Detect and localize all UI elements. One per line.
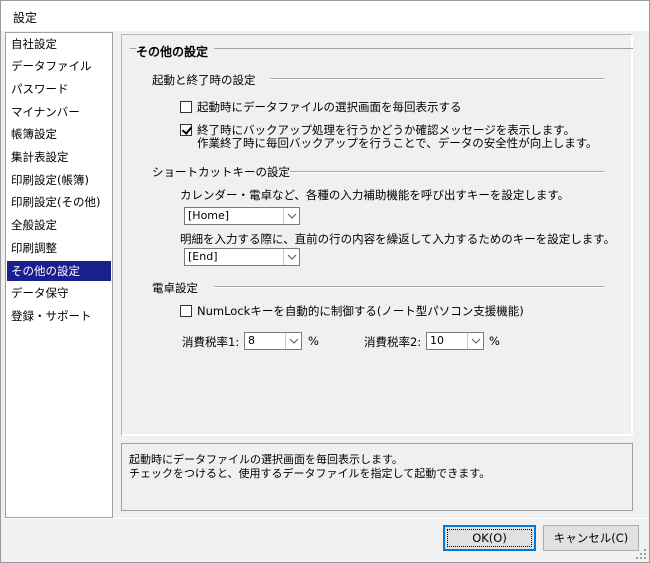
window-title: 設定 — [13, 11, 38, 25]
help-description-box: 起動時にデータファイルの選択画面を毎回表示します。 チェックをつけると、使用する… — [121, 443, 633, 511]
title-bar[interactable]: 設定 — [1, 1, 649, 31]
cancel-button-label: キャンセル(C) — [553, 531, 629, 545]
calculator-group-heading: 電卓設定 — [152, 281, 198, 295]
calculator-group-divider — [214, 286, 604, 287]
shortcut-group-heading: ショートカットキーの設定 — [152, 165, 290, 179]
nav-item-data-maintenance[interactable]: データ保守 — [7, 283, 111, 303]
backup-confirm-checkbox[interactable] — [180, 124, 192, 136]
resize-grip-icon[interactable] — [635, 548, 647, 560]
settings-dialog: 設定 自社設定 データファイル パスワード マイナンバー 帳簿設定 集計表設定 … — [0, 0, 650, 563]
chevron-down-icon[interactable] — [285, 333, 301, 349]
help-line-2: チェックをつけると、使用するデータファイルを指定して起動できます。 — [129, 467, 491, 480]
numlock-label[interactable]: NumLockキーを自動的に制御する(ノート型パソコン支援機能) — [197, 304, 524, 318]
ok-button-label: OK(O) — [472, 531, 507, 545]
nav-item-other-settings[interactable]: その他の設定 — [7, 261, 111, 281]
shortcut-key-2-select[interactable]: [End] — [184, 248, 300, 266]
backup-confirm-label-line2[interactable]: 作業終了時に毎回バックアップを行うことで、データの安全性が向上します。 — [197, 136, 598, 150]
nav-item-general[interactable]: 全般設定 — [7, 215, 111, 235]
tax-rate-2-unit: % — [489, 334, 500, 348]
nav-item-print-ledger[interactable]: 印刷設定(帳簿) — [7, 170, 111, 190]
tax-rate-1-value: 8 — [248, 334, 255, 347]
nav-item-print-adjust[interactable]: 印刷調整 — [7, 238, 111, 258]
shortcut-group-divider — [290, 171, 604, 172]
show-file-select-label[interactable]: 起動時にデータファイルの選択画面を毎回表示する — [197, 100, 462, 114]
settings-panel: その他の設定 起動と終了時の設定 起動時にデータファイルの選択画面を毎回表示する… — [121, 34, 633, 436]
chevron-down-icon[interactable] — [283, 208, 299, 224]
nav-item-ledger[interactable]: 帳簿設定 — [7, 124, 111, 144]
startup-group-heading: 起動と終了時の設定 — [152, 73, 256, 87]
tax-rate-1-label: 消費税率1: — [182, 335, 240, 349]
tax-rate-2-label: 消費税率2: — [364, 335, 422, 349]
nav-item-data-file[interactable]: データファイル — [7, 56, 111, 76]
tax-rate-1-unit: % — [308, 334, 319, 348]
show-file-select-checkbox[interactable] — [180, 101, 192, 113]
shortcut-desc-1: カレンダー・電卓など、各種の入力補助機能を呼び出すキーを設定します。 — [180, 188, 570, 202]
section-title: その他の設定 — [136, 43, 215, 60]
numlock-checkbox[interactable] — [180, 305, 192, 317]
chevron-down-icon[interactable] — [467, 333, 483, 349]
nav-item-company[interactable]: 自社設定 — [7, 34, 111, 54]
startup-group-divider — [270, 78, 604, 79]
nav-item-password[interactable]: パスワード — [7, 79, 111, 99]
ok-button[interactable]: OK(O) — [443, 525, 536, 551]
shortcut-key-2-value: [End] — [188, 250, 218, 263]
tax-rate-2-value: 10 — [430, 334, 444, 347]
tax-rate-1-select[interactable]: 8 — [244, 332, 302, 350]
tax-rate-2-select[interactable]: 10 — [426, 332, 484, 350]
settings-category-list[interactable]: 自社設定 データファイル パスワード マイナンバー 帳簿設定 集計表設定 印刷設… — [5, 32, 113, 518]
shortcut-desc-2: 明細を入力する際に、直前の行の内容を繰返して入力するためのキーを設定します。 — [180, 232, 616, 246]
nav-item-summary[interactable]: 集計表設定 — [7, 147, 111, 167]
backup-confirm-label[interactable]: 終了時にバックアップ処理を行うかどうか確認メッセージを表示します。 — [197, 123, 575, 137]
bottom-divider — [5, 518, 647, 519]
nav-item-registration-support[interactable]: 登録・サポート — [7, 306, 111, 326]
shortcut-key-1-select[interactable]: [Home] — [184, 207, 300, 225]
chevron-down-icon[interactable] — [283, 249, 299, 265]
shortcut-key-1-value: [Home] — [188, 209, 230, 222]
nav-item-print-other[interactable]: 印刷設定(その他) — [7, 192, 111, 212]
nav-item-my-number[interactable]: マイナンバー — [7, 102, 111, 122]
cancel-button[interactable]: キャンセル(C) — [543, 525, 639, 551]
